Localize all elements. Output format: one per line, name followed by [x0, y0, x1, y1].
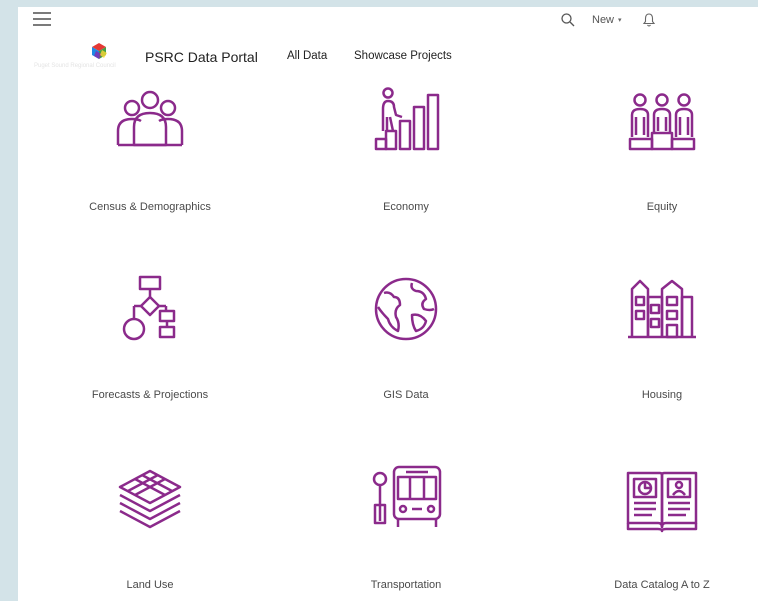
chevron-down-icon: ▾	[618, 17, 622, 24]
category-label: Housing	[641, 389, 683, 401]
people-group-icon	[116, 90, 184, 147]
category-tile-forecasts-projections[interactable]: Forecasts & Projections	[50, 275, 250, 401]
search-icon[interactable]	[560, 12, 576, 28]
portal-page: New ▾ Puget Sound Regional Council PSRC …	[18, 7, 758, 601]
category-tile-economy[interactable]: Economy	[306, 87, 506, 213]
category-label: Equity	[646, 201, 678, 213]
category-tile-land-use[interactable]: Land Use	[50, 465, 250, 591]
category-tile-census-demographics[interactable]: Census & Demographics	[50, 87, 250, 213]
header-actions: New ▾	[560, 11, 656, 29]
nav-all-data[interactable]: All Data	[287, 50, 327, 62]
category-label: Transportation	[370, 579, 442, 591]
category-label: Forecasts & Projections	[91, 389, 209, 401]
category-label: GIS Data	[383, 389, 429, 401]
category-tile-gis-data[interactable]: GIS Data	[306, 275, 506, 401]
layers-icon	[118, 469, 182, 529]
people-on-podium-icon	[628, 93, 696, 151]
category-tile-data-catalog[interactable]: Data Catalog A to Z	[562, 465, 758, 591]
category-tile-equity[interactable]: Equity	[562, 87, 758, 213]
catalog-book-icon	[626, 471, 698, 533]
globe-icon	[374, 277, 438, 341]
category-tile-housing[interactable]: Housing	[562, 275, 758, 401]
logo-subtext: Puget Sound Regional Council	[34, 63, 116, 69]
nav-showcase-projects[interactable]: Showcase Projects	[354, 50, 452, 62]
bell-icon[interactable]	[642, 12, 656, 28]
flowchart-icon	[122, 275, 176, 341]
hamburger-menu-icon[interactable]	[33, 12, 51, 26]
category-label: Census & Demographics	[89, 201, 211, 213]
category-label: Economy	[383, 201, 429, 213]
category-tile-transportation[interactable]: Transportation	[306, 465, 506, 591]
category-label: Land Use	[126, 579, 174, 591]
category-label: Data Catalog A to Z	[614, 579, 710, 591]
new-label: New	[592, 14, 615, 26]
brand-title[interactable]: PSRC Data Portal	[145, 49, 258, 65]
person-climbing-bar-chart-icon	[374, 87, 440, 151]
buildings-icon	[628, 279, 696, 339]
new-dropdown-button[interactable]: New ▾	[592, 14, 622, 26]
bus-stop-icon	[372, 465, 442, 527]
